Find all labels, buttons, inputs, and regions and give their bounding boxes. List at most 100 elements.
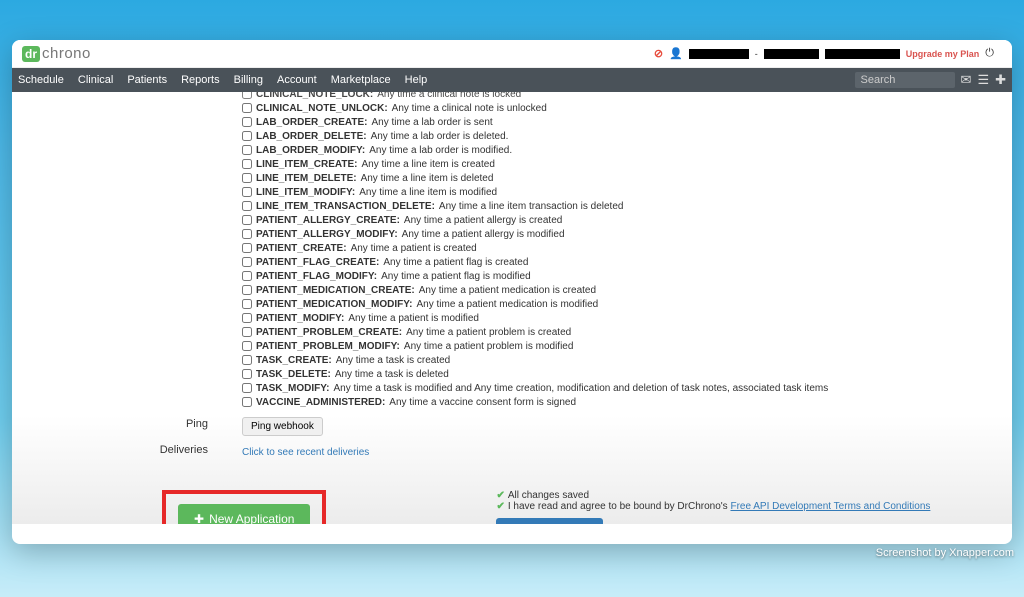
user-icon[interactable]: 👤	[669, 47, 683, 60]
event-key: PATIENT_ALLERGY_MODIFY:	[256, 228, 398, 242]
event-row: PATIENT_MODIFY:Any time a patient is mod…	[242, 312, 992, 326]
event-desc: Any time a line item is modified	[359, 186, 497, 200]
nav-help[interactable]: Help	[405, 74, 428, 86]
event-desc: Any time a patient flag is modified	[381, 270, 531, 284]
event-checkbox[interactable]	[242, 92, 252, 99]
event-row: CLINICAL_NOTE_UNLOCK: Any time a clinical…	[242, 102, 992, 116]
event-checkbox[interactable]	[242, 285, 252, 295]
terms-link[interactable]: Free API Development Terms and Condition…	[730, 501, 930, 512]
list-icon[interactable]: ☰	[977, 72, 989, 88]
new-application-button[interactable]: ✚ New Application	[178, 504, 310, 524]
top-bar: ⊘ 👤 - Upgrade my Plan ⏻	[646, 47, 1002, 60]
event-key: LINE_ITEM_DELETE:	[256, 172, 357, 186]
event-row: PATIENT_FLAG_MODIFY: Any time a patient f…	[242, 270, 992, 284]
event-key: LINE_ITEM_TRANSACTION_DELETE:	[256, 200, 435, 214]
event-row: PATIENT_ALLERGY_MODIFY: Any time a patien…	[242, 228, 992, 242]
search-input[interactable]	[855, 72, 955, 88]
event-row: TASK_CREATE:Any time a task is created	[242, 354, 992, 368]
event-checkbox[interactable]	[242, 327, 252, 337]
event-row: LAB_ORDER_CREATE: Any time a lab order is…	[242, 116, 992, 130]
nav-billing[interactable]: Billing	[234, 74, 263, 86]
event-checkbox[interactable]	[242, 103, 252, 113]
event-key: LAB_ORDER_DELETE:	[256, 130, 367, 144]
webhook-events-list: CLINICAL_NOTE_LOCK:Any time a clinical n…	[12, 92, 1012, 410]
app-window: dr chrono ⊘ 👤 - Upgrade my Plan ⏻ Schedu…	[12, 40, 1012, 544]
event-checkbox[interactable]	[242, 117, 252, 127]
alert-icon[interactable]: ⊘	[654, 47, 663, 60]
event-key: LAB_ORDER_MODIFY:	[256, 144, 365, 158]
event-key: PATIENT_PROBLEM_MODIFY:	[256, 340, 400, 354]
event-key: TASK_MODIFY:	[256, 382, 330, 396]
event-checkbox[interactable]	[242, 131, 252, 141]
deliveries-link[interactable]: Click to see recent deliveries	[242, 447, 369, 458]
upgrade-plan-link[interactable]: Upgrade my Plan	[906, 49, 980, 59]
envelope-icon[interactable]: ✉	[961, 72, 972, 88]
deliveries-label: Deliveries	[12, 444, 222, 456]
event-checkbox[interactable]	[242, 257, 252, 267]
event-key: PATIENT_FLAG_MODIFY:	[256, 270, 377, 284]
deliveries-row: Deliveries Click to see recent deliverie…	[12, 442, 1012, 460]
event-checkbox[interactable]	[242, 229, 252, 239]
power-icon[interactable]: ⏻	[985, 47, 994, 60]
save-changes-button[interactable]: Save Changes	[496, 518, 603, 524]
nav-patients[interactable]: Patients	[127, 74, 167, 86]
nav-schedule[interactable]: Schedule	[18, 74, 64, 86]
event-checkbox[interactable]	[242, 299, 252, 309]
event-desc: Any time a clinical note is locked	[377, 92, 521, 102]
event-checkbox[interactable]	[242, 201, 252, 211]
event-checkbox[interactable]	[242, 369, 252, 379]
new-application-label: New Application	[209, 512, 294, 524]
nav-clinical[interactable]: Clinical	[78, 74, 113, 86]
footer-right: ✔All changes saved ✔I have read and agre…	[496, 490, 930, 524]
event-checkbox[interactable]	[242, 355, 252, 365]
event-checkbox[interactable]	[242, 187, 252, 197]
event-row: CLINICAL_NOTE_LOCK:Any time a clinical n…	[242, 92, 992, 102]
event-row: VACCINE_ADMINISTERED:Any time a vaccine …	[242, 396, 992, 410]
event-checkbox[interactable]	[242, 397, 252, 407]
event-key: TASK_DELETE:	[256, 368, 331, 382]
event-checkbox[interactable]	[242, 271, 252, 281]
event-checkbox[interactable]	[242, 243, 252, 253]
event-row: PATIENT_CREATE:Any time a patient is cre…	[242, 242, 992, 256]
event-desc: Any time a task is created	[336, 354, 451, 368]
saved-status: ✔All changes saved	[496, 490, 930, 501]
event-row: LINE_ITEM_TRANSACTION_DELETE:Any time a …	[242, 200, 992, 214]
event-desc: Any time a patient allergy is modified	[402, 228, 565, 242]
event-row: TASK_MODIFY:Any time a task is modified …	[242, 382, 992, 396]
logo-bar: dr chrono ⊘ 👤 - Upgrade my Plan ⏻	[12, 40, 1012, 68]
event-checkbox[interactable]	[242, 383, 252, 393]
event-desc: Any time a lab order is sent	[372, 116, 493, 130]
event-desc: Any time a patient is created	[351, 242, 477, 256]
event-desc: Any time a task is deleted	[335, 368, 449, 382]
event-checkbox[interactable]	[242, 215, 252, 225]
event-checkbox[interactable]	[242, 145, 252, 155]
event-key: CLINICAL_NOTE_UNLOCK:	[256, 102, 388, 116]
nav-left: Schedule Clinical Patients Reports Billi…	[18, 74, 427, 86]
event-row: LINE_ITEM_DELETE:Any time a line item is…	[242, 172, 992, 186]
content: CLINICAL_NOTE_LOCK:Any time a clinical n…	[12, 92, 1012, 524]
event-key: PATIENT_PROBLEM_CREATE:	[256, 326, 402, 340]
event-row: PATIENT_MEDICATION_CREATE:Any time a pat…	[242, 284, 992, 298]
ping-row: Ping Ping webhook	[12, 416, 1012, 436]
event-desc: Any time a patient medication is created	[419, 284, 596, 298]
event-key: LAB_ORDER_CREATE:	[256, 116, 368, 130]
event-checkbox[interactable]	[242, 173, 252, 183]
event-desc: Any time a patient medication is modifie…	[416, 298, 598, 312]
redacted-practice	[764, 49, 819, 59]
event-row: LINE_ITEM_MODIFY:Any time a line item is…	[242, 186, 992, 200]
nav-marketplace[interactable]: Marketplace	[331, 74, 391, 86]
event-checkbox[interactable]	[242, 313, 252, 323]
nav-reports[interactable]: Reports	[181, 74, 220, 86]
nav-account[interactable]: Account	[277, 74, 317, 86]
logo-badge: dr	[22, 46, 40, 62]
ping-webhook-button[interactable]: Ping webhook	[242, 417, 323, 436]
event-checkbox[interactable]	[242, 159, 252, 169]
plus-icon[interactable]: ✚	[995, 72, 1006, 88]
ping-label: Ping	[12, 418, 222, 430]
logo-text: chrono	[42, 45, 91, 62]
event-desc: Any time a line item is created	[362, 158, 495, 172]
event-desc: Any time a clinical note is unlocked	[392, 102, 547, 116]
event-row: LAB_ORDER_MODIFY:Any time a lab order is…	[242, 144, 992, 158]
event-row: LAB_ORDER_DELETE:Any time a lab order is…	[242, 130, 992, 144]
event-checkbox[interactable]	[242, 341, 252, 351]
